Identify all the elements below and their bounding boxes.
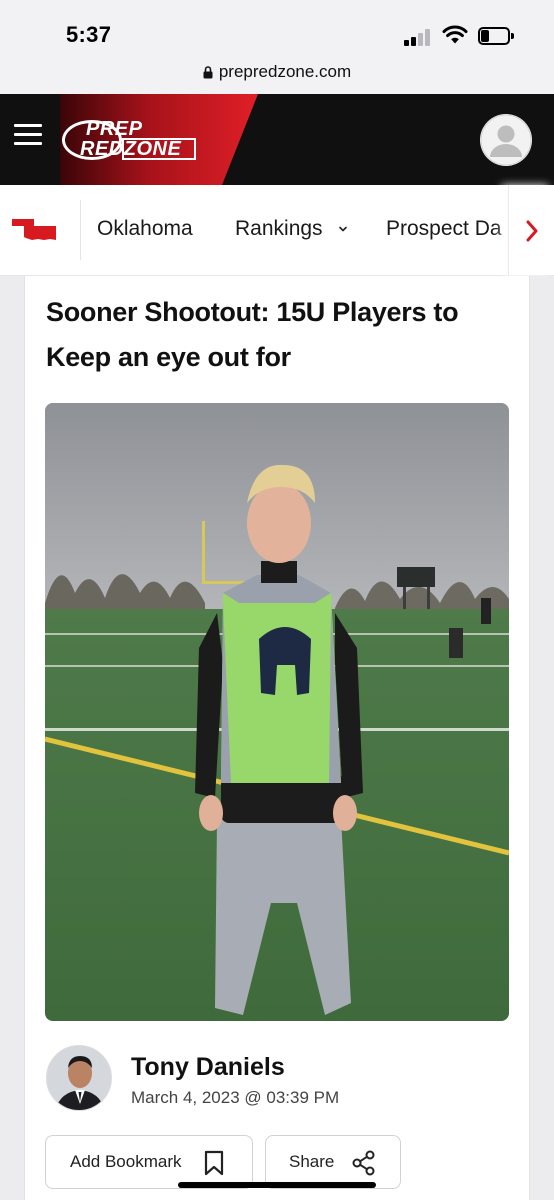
- site-header: PREP REDZONE: [0, 94, 554, 185]
- author-avatar[interactable]: [46, 1045, 112, 1111]
- url-text: prepredzone.com: [218, 62, 352, 81]
- status-time: 5:37: [66, 22, 112, 47]
- nav-item-prospect-database[interactable]: Prospect Da: [386, 217, 510, 241]
- share-icon: [352, 1150, 375, 1176]
- home-indicator[interactable]: [178, 1182, 376, 1188]
- oklahoma-state-icon[interactable]: [12, 218, 58, 242]
- battery-icon: [478, 27, 514, 45]
- cellular-signal-icon: [404, 28, 434, 46]
- author-photo: [47, 1046, 111, 1110]
- share-label: Share: [289, 1152, 335, 1171]
- lock-icon: [203, 65, 213, 78]
- publish-date: March 4, 2023 @ 03:39 PM: [131, 1088, 340, 1107]
- article-hero-image[interactable]: [45, 403, 509, 1021]
- nav-item-rankings[interactable]: Rankings: [235, 217, 348, 241]
- nav-divider: [80, 200, 81, 260]
- chevron-down-icon: [339, 227, 348, 232]
- user-icon: [480, 114, 532, 166]
- wifi-icon: [442, 25, 468, 44]
- add-bookmark-button[interactable]: Add Bookmark: [45, 1135, 253, 1189]
- account-avatar-button[interactable]: [480, 114, 532, 166]
- status-bar: 5:37: [0, 0, 554, 56]
- share-button[interactable]: Share: [265, 1135, 401, 1189]
- bookmark-icon: [204, 1150, 224, 1176]
- add-bookmark-label: Add Bookmark: [70, 1152, 182, 1171]
- site-logo[interactable]: PREP REDZONE: [62, 116, 198, 162]
- nav-scroll-right-button[interactable]: [508, 185, 554, 275]
- article-title: Sooner Shootout: 15U Players to Keep an …: [46, 297, 459, 372]
- logo-text-redzone: REDZONE: [80, 138, 182, 160]
- menu-icon[interactable]: [14, 124, 42, 146]
- author-name[interactable]: Tony Daniels: [131, 1053, 285, 1082]
- chevron-right-icon: [526, 220, 538, 242]
- nav-item-rankings-label: Rankings: [235, 217, 323, 240]
- nav-item-oklahoma[interactable]: Oklahoma: [97, 217, 193, 241]
- address-bar[interactable]: prepredzone.com: [0, 56, 554, 94]
- hero-photo: [45, 403, 509, 1021]
